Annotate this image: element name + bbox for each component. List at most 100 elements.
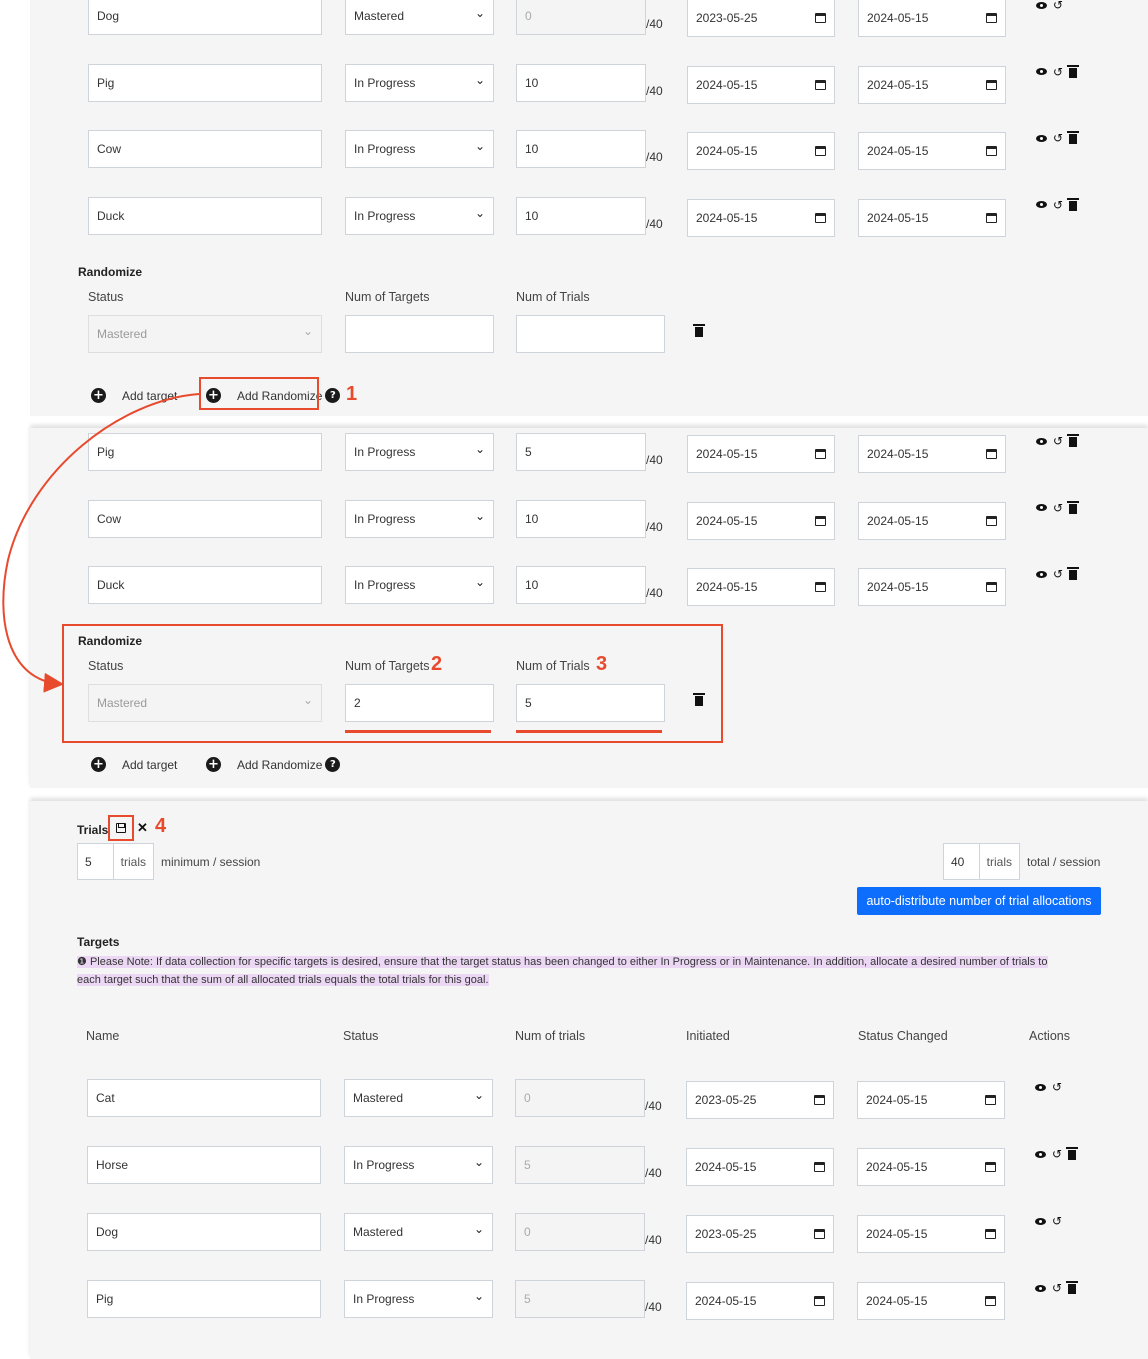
num-trials-input[interactable]: 10	[516, 499, 646, 538]
target-name-input[interactable]: Cow	[88, 130, 322, 168]
initiated-date-input[interactable]: 2023-05-25	[686, 1215, 834, 1253]
trash-icon[interactable]	[1066, 1147, 1079, 1160]
num-trials-value: 0	[524, 1225, 531, 1239]
initiated-date-input[interactable]: 2024-05-15	[687, 132, 835, 170]
status-changed-date-input[interactable]: 2024-05-15	[858, 0, 1006, 37]
eye-icon[interactable]	[1036, 437, 1047, 445]
add-target-button[interactable]: + Add target	[91, 757, 177, 772]
initiated-date-input[interactable]: 2024-05-15	[687, 568, 835, 606]
status-value: Mastered	[353, 1225, 404, 1239]
trash-icon[interactable]	[1067, 434, 1080, 447]
eye-icon[interactable]	[1035, 1083, 1046, 1091]
trash-icon[interactable]	[1067, 131, 1080, 144]
initiated-date-input[interactable]: 2024-05-15	[687, 435, 835, 473]
target-name-input[interactable]: Pig	[87, 1280, 321, 1318]
trash-icon[interactable]	[1067, 567, 1080, 580]
history-icon[interactable]: ↺	[1052, 1148, 1062, 1160]
max-trials-suffix: /40	[646, 150, 663, 164]
status-select[interactable]: In Progress ⌄	[345, 499, 494, 538]
eye-icon[interactable]	[1035, 1284, 1046, 1292]
status-select[interactable]: In Progress ⌄	[345, 196, 494, 235]
status-changed-date-input[interactable]: 2024-05-15	[858, 568, 1006, 606]
num-trials-input[interactable]: 10	[516, 63, 646, 102]
help-icon[interactable]: ?	[325, 757, 341, 772]
target-name-input[interactable]: Pig	[88, 63, 322, 102]
target-name-input[interactable]: Cat	[87, 1079, 321, 1117]
target-name-input[interactable]: Duck	[88, 196, 322, 235]
history-icon[interactable]: ↺	[1053, 66, 1063, 78]
row-actions: ↺	[1036, 197, 1080, 211]
target-name-input[interactable]: Horse	[87, 1146, 321, 1184]
trash-icon[interactable]	[1067, 64, 1080, 78]
add-target-button[interactable]: + Add target	[91, 388, 177, 403]
status-changed-date-input[interactable]: 2024-05-15	[857, 1215, 1005, 1253]
target-name-input[interactable]: Dog	[88, 0, 322, 35]
calendar-icon	[985, 1162, 996, 1172]
eye-icon[interactable]	[1035, 1150, 1046, 1158]
status-changed-date-input[interactable]: 2024-05-15	[857, 1282, 1005, 1320]
initiated-date-input[interactable]: 2024-05-15	[686, 1282, 834, 1320]
eye-icon[interactable]	[1036, 134, 1047, 142]
status-select[interactable]: In Progress ⌄	[345, 63, 494, 102]
history-icon[interactable]: ↺	[1053, 435, 1063, 447]
eye-icon[interactable]	[1036, 201, 1047, 208]
history-icon[interactable]: ↺	[1053, 132, 1063, 144]
status-changed-date-input[interactable]: 2024-05-15	[858, 132, 1006, 170]
target-name-input[interactable]: Duck	[88, 566, 322, 604]
add-randomize-button[interactable]: + Add Randomize?	[206, 757, 341, 772]
initiated-date-input[interactable]: 2024-05-15	[686, 1148, 834, 1186]
eye-icon[interactable]	[1036, 570, 1047, 578]
initiated-date-input[interactable]: 2023-05-25	[686, 1081, 834, 1119]
initiated-date-input[interactable]: 2024-05-15	[687, 65, 835, 104]
status-select[interactable]: In Progress ⌄	[345, 130, 494, 168]
randomize-num-targets-input[interactable]	[345, 315, 494, 353]
history-icon[interactable]: ↺	[1052, 1081, 1062, 1093]
total-trials-input[interactable]: 40 trials	[943, 843, 1020, 880]
help-icon[interactable]: ?	[325, 388, 341, 403]
status-changed-date-input[interactable]: 2024-05-15	[857, 1148, 1005, 1186]
history-icon[interactable]: ↺	[1052, 1215, 1062, 1227]
eye-icon[interactable]	[1036, 68, 1047, 75]
target-name-input[interactable]: Pig	[88, 433, 322, 471]
calendar-icon	[986, 212, 997, 223]
target-name-input[interactable]: Cow	[88, 499, 322, 538]
initiated-date-input[interactable]: 2023-05-25	[687, 0, 835, 37]
status-select[interactable]: Mastered ⌄	[344, 1079, 493, 1117]
status-changed-date-input[interactable]: 2024-05-15	[858, 435, 1006, 473]
history-icon[interactable]: ↺	[1053, 502, 1063, 514]
eye-icon[interactable]	[1036, 504, 1047, 511]
num-trials-input[interactable]: 10	[516, 566, 646, 604]
status-changed-date-input[interactable]: 2024-05-15	[858, 501, 1006, 540]
auto-distribute-button[interactable]: auto-distribute number of trial allocati…	[857, 887, 1101, 915]
history-icon[interactable]: ↺	[1053, 0, 1063, 11]
num-trials-input[interactable]: 5	[516, 433, 646, 471]
status-select[interactable]: In Progress ⌄	[345, 566, 494, 604]
trash-icon[interactable]	[1067, 197, 1080, 211]
randomize-status-value: Mastered	[97, 327, 148, 341]
history-icon[interactable]: ↺	[1053, 568, 1063, 580]
status-select[interactable]: In Progress ⌄	[344, 1280, 493, 1318]
trash-icon[interactable]	[1067, 500, 1080, 514]
trash-icon[interactable]	[693, 324, 705, 337]
close-icon[interactable]: ✕	[137, 820, 148, 836]
status-select[interactable]: In Progress ⌄	[344, 1146, 493, 1184]
calendar-icon	[815, 212, 826, 223]
history-icon[interactable]: ↺	[1053, 199, 1063, 211]
num-trials-input[interactable]: 10	[516, 130, 646, 168]
status-select[interactable]: In Progress ⌄	[345, 433, 494, 471]
status-select[interactable]: Mastered ⌄	[344, 1213, 493, 1251]
history-icon[interactable]: ↺	[1052, 1282, 1062, 1294]
eye-icon[interactable]	[1036, 1, 1047, 9]
status-changed-date-input[interactable]: 2024-05-15	[858, 198, 1006, 237]
num-trials-input[interactable]: 10	[516, 196, 646, 235]
status-changed-date-input[interactable]: 2024-05-15	[858, 65, 1006, 104]
randomize-num-trials-input[interactable]	[516, 315, 665, 353]
min-trials-input[interactable]: 5 trials	[77, 843, 154, 880]
status-select[interactable]: Mastered ⌄	[345, 0, 494, 35]
initiated-date-input[interactable]: 2024-05-15	[687, 198, 835, 237]
initiated-date-input[interactable]: 2024-05-15	[687, 501, 835, 540]
status-changed-date-input[interactable]: 2024-05-15	[857, 1081, 1005, 1119]
eye-icon[interactable]	[1035, 1217, 1046, 1225]
target-name-input[interactable]: Dog	[87, 1213, 321, 1251]
trash-icon[interactable]	[1066, 1281, 1079, 1294]
